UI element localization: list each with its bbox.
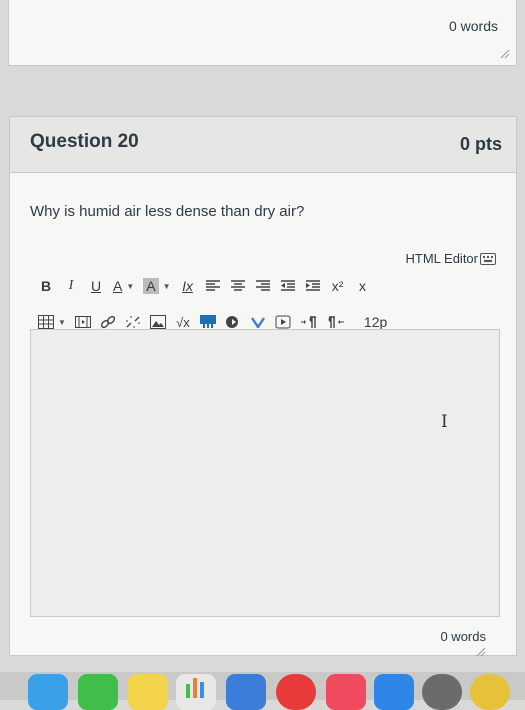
bold-button[interactable]: B bbox=[38, 275, 54, 297]
dock bbox=[0, 672, 525, 710]
news-icon[interactable] bbox=[276, 674, 316, 710]
rich-text-editor-area[interactable]: I bbox=[30, 329, 500, 617]
chevron-down-icon: ▼ bbox=[126, 281, 135, 291]
html-editor-label: HTML Editor bbox=[405, 251, 478, 266]
chevron-down-icon: ▼ bbox=[162, 281, 171, 291]
font-color-button[interactable]: A ▼ bbox=[113, 275, 134, 297]
previous-word-count: 0 words bbox=[448, 18, 498, 34]
keyboard-icon bbox=[480, 252, 496, 265]
underline-button[interactable]: U bbox=[88, 275, 104, 297]
superscript-button[interactable]: x² bbox=[330, 275, 346, 297]
align-left-icon[interactable] bbox=[205, 275, 221, 297]
notes-icon[interactable] bbox=[128, 674, 168, 710]
background-color-label: A bbox=[143, 278, 159, 294]
text-cursor-icon: I bbox=[441, 412, 448, 432]
outdent-icon[interactable] bbox=[280, 275, 296, 297]
chrome-icon[interactable] bbox=[470, 674, 510, 710]
subscript-button[interactable]: x bbox=[355, 275, 371, 297]
resize-grip-icon[interactable] bbox=[500, 49, 510, 59]
question-card: Question 20 0 pts Why is humid air less … bbox=[9, 116, 517, 657]
keynote-icon[interactable] bbox=[226, 674, 266, 710]
previous-answer-box: 0 words bbox=[8, 0, 517, 66]
question-header: Question 20 0 pts bbox=[10, 117, 516, 173]
background-color-button[interactable]: A ▼ bbox=[143, 275, 171, 297]
clear-format-button[interactable]: Ix bbox=[180, 275, 196, 297]
align-right-icon[interactable] bbox=[255, 275, 271, 297]
music-icon[interactable] bbox=[326, 674, 366, 710]
editor-toolbar-row-1: B I U A ▼ A ▼ Ix x² x bbox=[38, 273, 502, 299]
finder-icon[interactable] bbox=[28, 674, 68, 710]
settings-icon[interactable] bbox=[422, 674, 462, 710]
app-store-icon[interactable] bbox=[374, 674, 414, 710]
facetime-icon[interactable] bbox=[78, 674, 118, 710]
numbers-icon[interactable] bbox=[176, 674, 216, 710]
question-text: Why is humid air less dense than dry air… bbox=[30, 203, 305, 220]
resize-grip-icon[interactable] bbox=[476, 647, 486, 657]
question-points: 0 pts bbox=[459, 134, 502, 154]
align-center-icon[interactable] bbox=[230, 275, 246, 297]
font-color-label: A bbox=[113, 278, 123, 294]
chevron-down-icon: ▼ bbox=[58, 317, 66, 327]
html-editor-link[interactable]: HTML Editor bbox=[406, 251, 496, 266]
table-icon bbox=[38, 315, 54, 329]
editor-word-count: 0 words bbox=[440, 629, 486, 644]
italic-button[interactable]: I bbox=[63, 275, 79, 297]
indent-icon[interactable] bbox=[305, 275, 321, 297]
question-title: Question 20 bbox=[30, 131, 139, 152]
